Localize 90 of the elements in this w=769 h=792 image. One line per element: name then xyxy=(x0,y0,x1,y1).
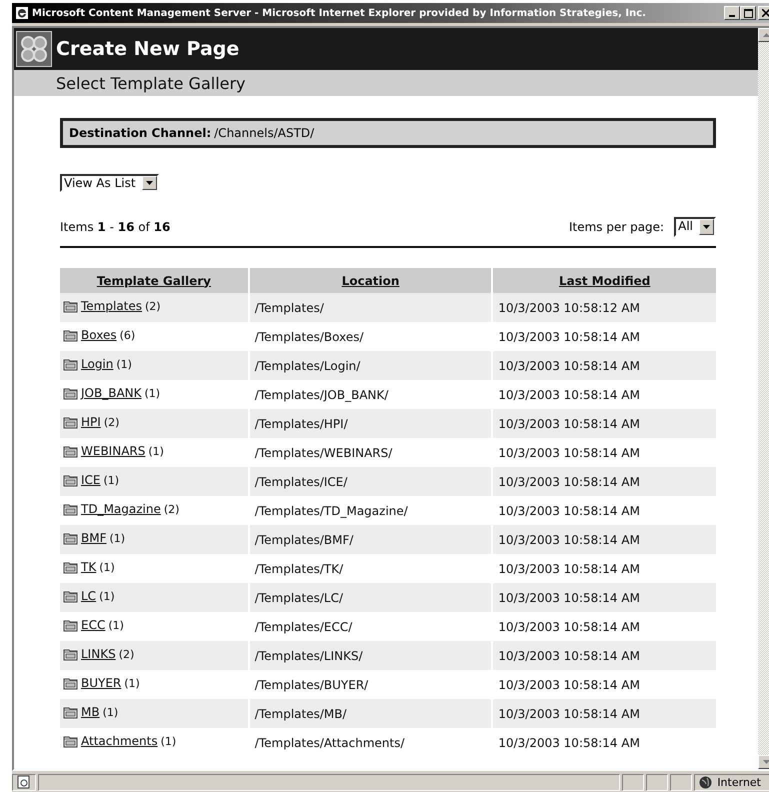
template-count: (1) xyxy=(99,590,115,602)
folder-icon xyxy=(63,328,79,342)
up-arrow-icon xyxy=(762,33,769,37)
modified-cell: 10/3/2003 10:58:14 AM xyxy=(492,467,716,496)
column-header-link[interactable]: Location xyxy=(342,274,400,288)
globe-icon xyxy=(699,776,712,788)
gallery-link[interactable]: TD_Magazine xyxy=(79,502,161,516)
folder-icon xyxy=(63,647,79,661)
modified-cell: 10/3/2003 10:58:14 AM xyxy=(492,728,716,757)
gallery-link[interactable]: TK xyxy=(79,560,96,574)
modified-cell: 10/3/2003 10:58:14 AM xyxy=(492,641,716,670)
status-pane xyxy=(646,774,668,790)
page-subtitle: Select Template Gallery xyxy=(56,74,246,92)
gallery-link[interactable]: Boxes xyxy=(79,328,117,342)
location-cell: /Templates/ xyxy=(248,293,492,322)
location-cell: /Templates/ICE/ xyxy=(248,467,492,496)
gallery-link[interactable]: JOB_BANK xyxy=(79,386,142,400)
folder-icon xyxy=(63,473,79,487)
folder-icon xyxy=(63,705,79,719)
gallery-link[interactable]: LC xyxy=(79,589,96,603)
modified-cell: 10/3/2003 10:58:12 AM xyxy=(492,293,716,322)
status-pane xyxy=(622,774,644,790)
template-count: (1) xyxy=(99,560,115,574)
folder-icon xyxy=(63,560,79,574)
modified-cell: 10/3/2003 10:58:14 AM xyxy=(492,583,716,612)
template-count: (2) xyxy=(104,416,120,428)
template-count: (2) xyxy=(164,502,180,516)
location-cell: /Templates/Login/ xyxy=(248,351,492,380)
gallery-link[interactable]: ICE xyxy=(79,473,100,487)
folder-icon xyxy=(63,444,79,458)
window-title: Microsoft Content Management Server - Microsoft Internet Explorer provided by Information Strategies, Inc. xyxy=(32,8,647,18)
folder-icon xyxy=(63,676,79,690)
folder-icon xyxy=(63,531,79,545)
location-cell: /Templates/LC/ xyxy=(248,583,492,612)
modified-cell: 10/3/2003 10:58:14 AM xyxy=(492,699,716,728)
maximize-button[interactable] xyxy=(740,6,756,20)
modified-cell: 10/3/2003 10:58:14 AM xyxy=(492,351,716,380)
items-count: Items 1 - 16 of 16 xyxy=(60,220,170,234)
gallery-link[interactable]: BUYER xyxy=(79,676,122,690)
minimize-button[interactable] xyxy=(724,6,740,20)
items-per-page-dropdown[interactable]: All xyxy=(674,217,716,237)
template-count: (1) xyxy=(102,706,118,718)
location-cell: /Templates/Attachments/ xyxy=(248,728,492,757)
location-cell: /Templates/HPI/ xyxy=(248,409,492,438)
gallery-link[interactable]: Templates xyxy=(79,299,142,313)
gallery-link[interactable]: HPI xyxy=(79,415,101,429)
destination-path: /Channels/ASTD/ xyxy=(214,126,314,140)
template-count: (1) xyxy=(110,532,126,544)
template-count: (1) xyxy=(108,618,124,632)
gallery-link[interactable]: MB xyxy=(79,705,100,719)
template-count: (1) xyxy=(124,676,140,690)
gallery-link[interactable]: Login xyxy=(79,357,114,371)
location-cell: /Templates/MB/ xyxy=(248,699,492,728)
gallery-link[interactable]: WEBINARS xyxy=(79,444,146,458)
location-cell: /Templates/LINKS/ xyxy=(248,641,492,670)
view-mode-dropdown[interactable]: View As List xyxy=(60,174,159,192)
template-count: (1) xyxy=(116,358,132,370)
maximize-icon xyxy=(744,8,752,18)
folder-icon xyxy=(63,502,79,516)
template-count: (6) xyxy=(120,328,136,342)
gallery-link[interactable]: ECC xyxy=(79,618,106,632)
folder-icon xyxy=(63,357,79,371)
folder-icon xyxy=(63,734,79,748)
gallery-link[interactable]: Attachments xyxy=(79,734,158,748)
close-icon xyxy=(762,9,769,17)
location-cell: /Templates/BMF/ xyxy=(248,525,492,554)
gallery-link[interactable]: BMF xyxy=(79,531,106,545)
template-count: (2) xyxy=(118,648,134,660)
status-pane xyxy=(670,774,692,790)
folder-icon xyxy=(63,618,79,632)
browser-icon xyxy=(15,6,29,20)
page-title: Create New Page xyxy=(56,38,240,60)
folder-icon xyxy=(63,415,79,429)
template-count: (2) xyxy=(145,300,161,312)
template-count: (1) xyxy=(144,386,160,400)
modified-cell: 10/3/2003 10:58:14 AM xyxy=(492,525,716,554)
down-arrow-icon xyxy=(762,760,769,764)
gallery-link[interactable]: LINKS xyxy=(79,647,116,661)
template-count: (1) xyxy=(160,734,176,748)
security-zone-label: Internet xyxy=(717,776,761,788)
folder-icon xyxy=(63,386,79,400)
gears-logo-icon xyxy=(16,31,52,67)
folder-icon xyxy=(63,589,79,603)
destination-label: Destination Channel: xyxy=(69,126,212,140)
template-count: (1) xyxy=(148,444,164,458)
items-per-page-label: Items per page: xyxy=(568,220,664,234)
folder-icon xyxy=(63,299,79,313)
template-count: (1) xyxy=(104,474,120,486)
modified-cell: 10/3/2003 10:58:14 AM xyxy=(492,409,716,438)
page-icon xyxy=(17,775,31,789)
